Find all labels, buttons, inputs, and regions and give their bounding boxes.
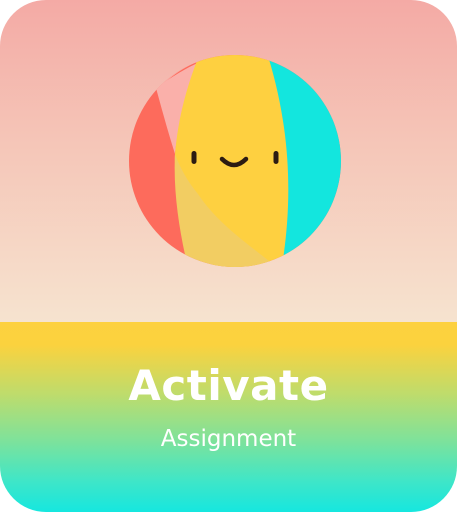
card-illustration-area xyxy=(0,0,457,322)
card-title: Activate xyxy=(128,361,329,410)
card-subtitle: Assignment xyxy=(160,426,297,452)
smiling-beach-ball-icon xyxy=(129,55,341,267)
card-label-area xyxy=(0,322,457,512)
activate-assignment-card[interactable]: Activate Assignment xyxy=(0,0,457,512)
